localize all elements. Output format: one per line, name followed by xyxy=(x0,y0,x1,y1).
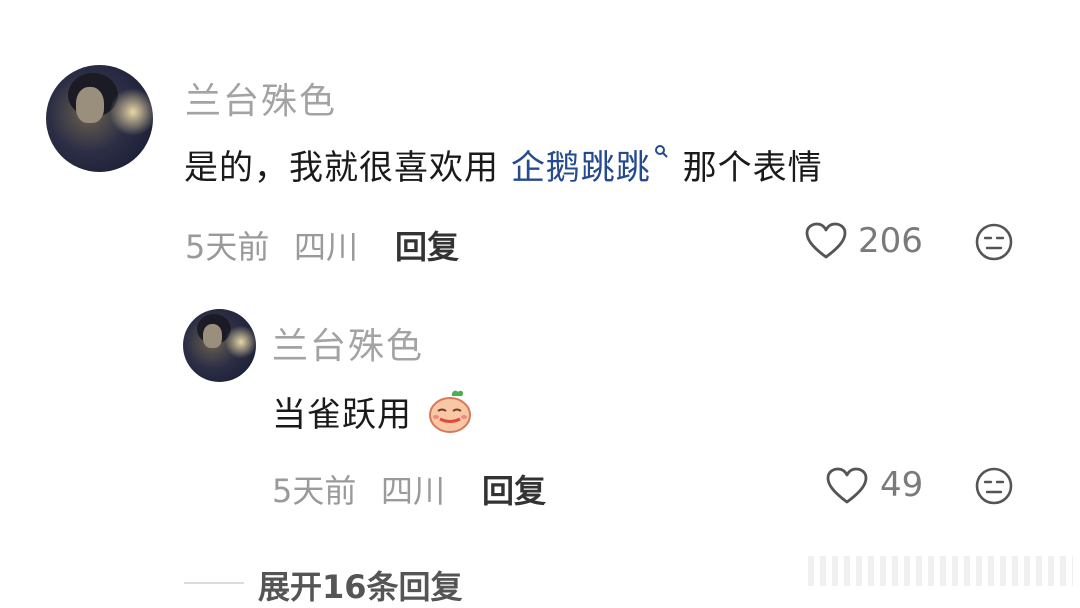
heart-icon[interactable] xyxy=(826,467,868,505)
comment-text-after: 那个表情 xyxy=(670,148,823,188)
comment-text-before: 是的，我就很喜欢用 xyxy=(184,148,511,188)
reply-button[interactable]: 回复 xyxy=(395,222,459,268)
avatar[interactable] xyxy=(46,65,153,172)
reply-text-content: 当雀跃用 xyxy=(272,395,412,435)
reply-text: 当雀跃用 xyxy=(272,387,474,436)
watermark-bar xyxy=(808,556,1073,586)
search-link-text[interactable]: 企鹅跳跳 xyxy=(511,148,651,188)
reply-location: 四川 xyxy=(381,472,446,510)
emoji-reaction-button[interactable] xyxy=(974,222,1014,262)
like-count: 206 xyxy=(858,221,923,261)
reply-username[interactable]: 兰台殊色 xyxy=(272,317,424,369)
comment-location: 四川 xyxy=(294,228,359,266)
neutral-face-icon[interactable] xyxy=(974,222,1014,262)
reply-like-count: 49 xyxy=(880,465,924,505)
radish-emoji-icon xyxy=(424,388,474,434)
expand-divider xyxy=(184,582,244,584)
search-icon[interactable] xyxy=(653,143,671,161)
reply-emoji-reaction-button[interactable] xyxy=(974,466,1014,506)
reply-avatar[interactable] xyxy=(183,309,256,382)
comment-time: 5天前 xyxy=(185,228,270,266)
reply-like-button[interactable] xyxy=(826,467,868,505)
comment-text: 是的，我就很喜欢用 企鹅跳跳 那个表情 xyxy=(184,140,823,189)
reply-reply-button[interactable]: 回复 xyxy=(482,466,546,512)
expand-replies-button[interactable]: 展开16条回复 xyxy=(258,562,463,608)
reply-time: 5天前 xyxy=(272,472,357,510)
like-button[interactable] xyxy=(805,222,847,260)
comment-username[interactable]: 兰台殊色 xyxy=(185,72,337,124)
heart-icon[interactable] xyxy=(805,222,847,260)
search-link[interactable]: 企鹅跳跳 xyxy=(511,145,671,188)
neutral-face-icon[interactable] xyxy=(974,466,1014,506)
